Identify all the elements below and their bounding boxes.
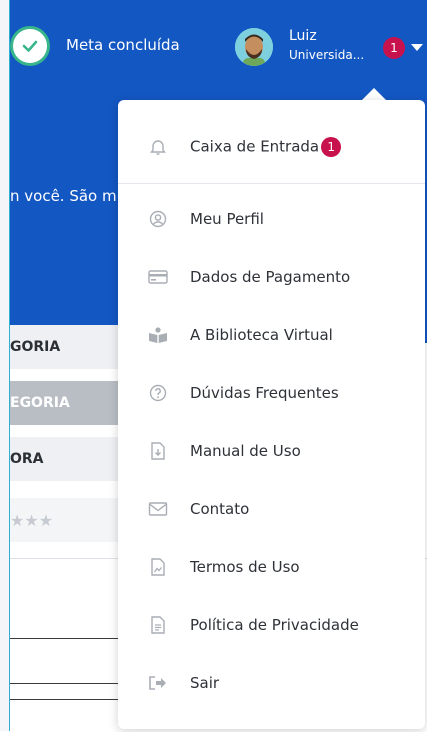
divider-line bbox=[10, 638, 130, 639]
menu-item-label: Manual de Uso bbox=[190, 442, 301, 460]
chevron-down-icon[interactable] bbox=[411, 44, 423, 51]
menu-item-label: Termos de Uso bbox=[190, 558, 300, 576]
divider-line bbox=[10, 699, 130, 700]
menu-item-label: Caixa de Entrada 1 bbox=[190, 137, 342, 157]
menu-item-label: Contato bbox=[190, 500, 250, 518]
menu-item-terms[interactable]: Termos de Uso bbox=[118, 539, 425, 595]
category-row[interactable]: GORIA bbox=[10, 325, 118, 369]
goal-status-label[interactable]: Meta concluída bbox=[66, 36, 180, 54]
menu-item-privacy[interactable]: Política de Privacidade bbox=[118, 597, 425, 653]
menu-item-profile[interactable]: Meu Perfil bbox=[118, 191, 425, 247]
checkmark-icon bbox=[22, 40, 38, 52]
credit-card-icon bbox=[148, 267, 168, 287]
envelope-icon bbox=[148, 499, 168, 519]
category-label: ORA bbox=[10, 451, 44, 467]
document-image-icon bbox=[148, 557, 168, 577]
reader-icon bbox=[148, 325, 168, 345]
menu-item-label: A Biblioteca Virtual bbox=[190, 326, 333, 344]
user-dropdown-menu: Caixa de Entrada 1 Meu Perfil Dados de Pa… bbox=[118, 100, 425, 729]
goal-check-icon[interactable] bbox=[10, 26, 50, 66]
menu-item-logout[interactable]: Sair bbox=[118, 655, 425, 711]
category-row-selected[interactable]: EGORIA bbox=[10, 381, 118, 425]
menu-item-label: Dados de Pagamento bbox=[190, 268, 351, 286]
dropdown-pointer bbox=[362, 88, 386, 100]
menu-item-label: Dúvidas Frequentes bbox=[190, 384, 339, 402]
menu-item-contact[interactable]: Contato bbox=[118, 481, 425, 537]
menu-item-payment[interactable]: Dados de Pagamento bbox=[118, 249, 425, 305]
question-icon bbox=[148, 383, 168, 403]
inbox-label: Caixa de Entrada bbox=[190, 137, 320, 156]
menu-item-library[interactable]: A Biblioteca Virtual bbox=[118, 307, 425, 363]
divider-line bbox=[10, 683, 130, 684]
notification-badge[interactable]: 1 bbox=[383, 37, 405, 59]
menu-item-label: Meu Perfil bbox=[190, 210, 264, 228]
document-text-icon bbox=[148, 615, 168, 635]
download-doc-icon bbox=[148, 441, 168, 461]
menu-item-manual[interactable]: Manual de Uso bbox=[118, 423, 425, 479]
menu-item-inbox[interactable]: Caixa de Entrada 1 bbox=[118, 119, 425, 175]
menu-divider bbox=[118, 183, 425, 184]
avatar[interactable] bbox=[235, 28, 273, 66]
category-label: GORIA bbox=[10, 339, 61, 355]
stars-icon: ★★★ bbox=[10, 510, 54, 530]
category-row[interactable]: ORA bbox=[10, 437, 118, 481]
category-label: EGORIA bbox=[10, 395, 70, 411]
bell-icon bbox=[148, 137, 168, 157]
hero-intro-text: n você. São mi bbox=[10, 187, 121, 205]
menu-item-label: Sair bbox=[190, 674, 220, 692]
inbox-count-badge: 1 bbox=[321, 137, 342, 157]
user-name[interactable]: Luiz bbox=[289, 28, 317, 44]
rating-stars[interactable]: ★★★ bbox=[10, 498, 118, 542]
menu-item-faq[interactable]: Dúvidas Frequentes bbox=[118, 365, 425, 421]
sign-out-icon bbox=[148, 673, 168, 693]
menu-item-label: Política de Privacidade bbox=[190, 616, 359, 634]
user-circle-icon bbox=[148, 209, 168, 229]
user-organization[interactable]: Universida... bbox=[289, 48, 364, 62]
avatar-image-icon bbox=[235, 28, 273, 66]
